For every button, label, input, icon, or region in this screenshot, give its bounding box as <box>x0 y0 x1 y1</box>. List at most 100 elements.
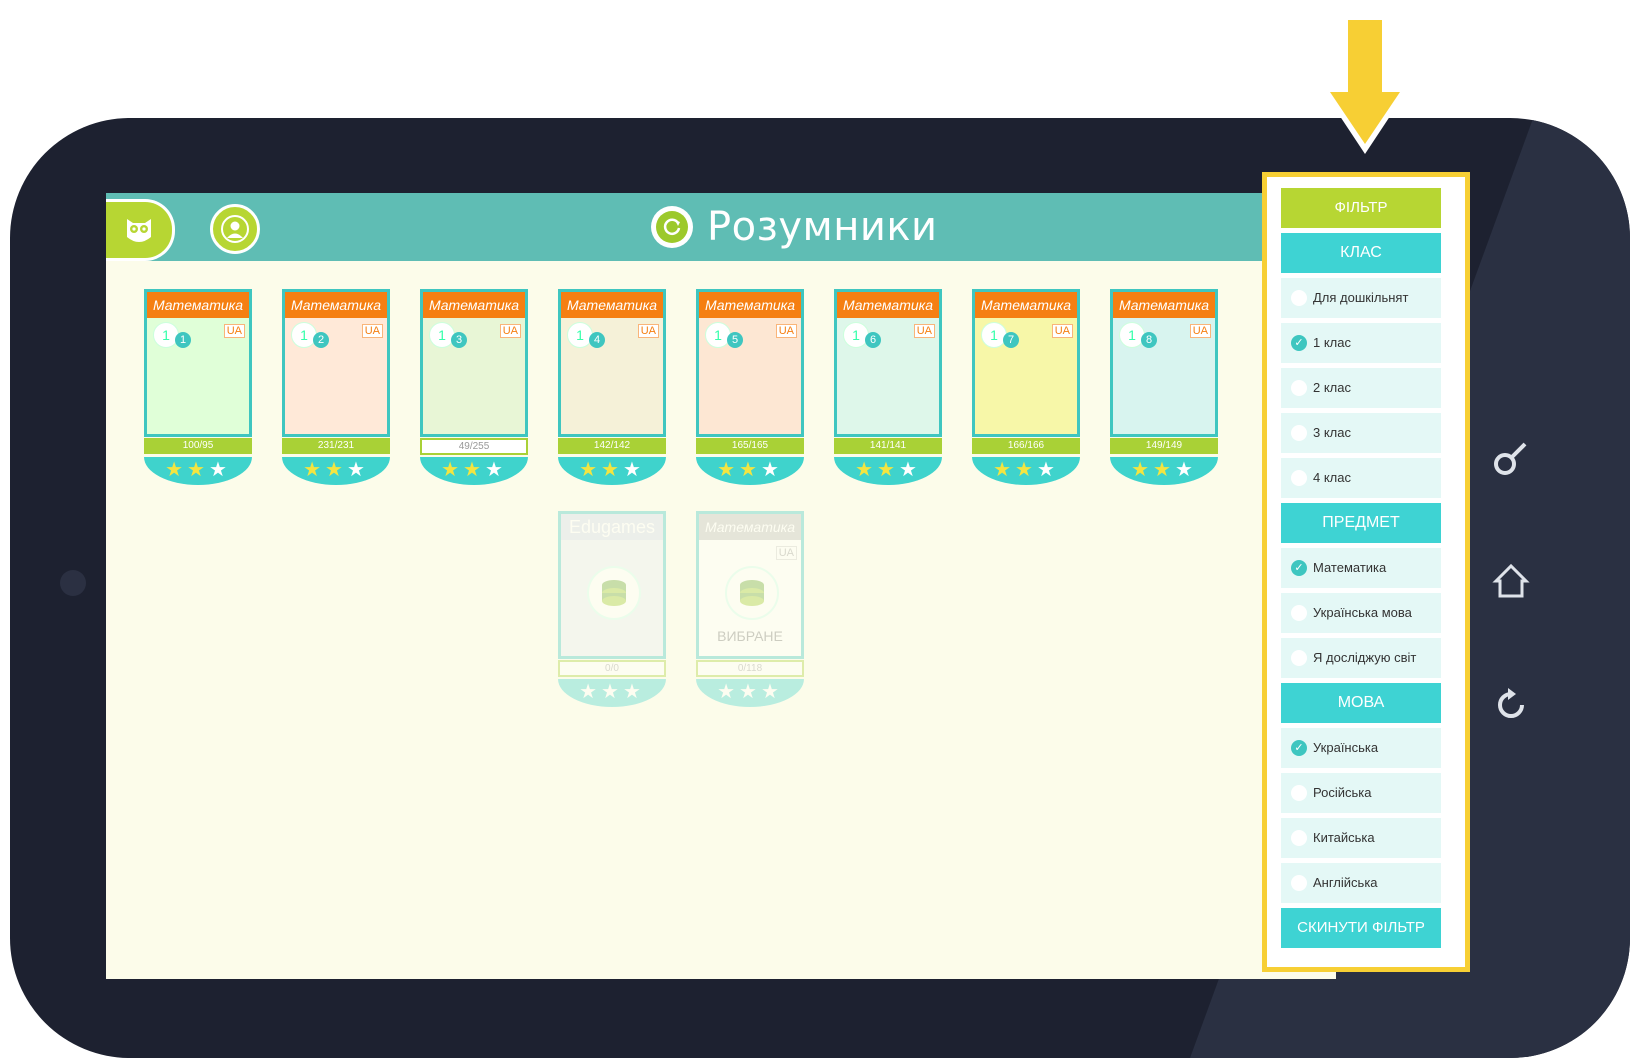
star-rating: ★★★ <box>282 457 390 485</box>
filter-option-world[interactable]: Я досліджую світ <box>1281 638 1441 678</box>
progress-bar: 231/231 <box>282 438 390 454</box>
card-subject: Математика <box>975 292 1077 318</box>
progress-bar: 49/255 <box>420 438 528 455</box>
profile-button[interactable] <box>210 204 260 254</box>
course-card[interactable]: Математика 1 1 UA 100/95 ★★★ <box>144 289 252 489</box>
option-label: Китайська <box>1313 830 1375 845</box>
lang-badge: UA <box>1051 324 1073 338</box>
owl-icon <box>127 219 151 242</box>
lang-badge: UA <box>1189 324 1211 338</box>
download-icon <box>725 566 779 620</box>
download-card-favorites[interactable]: Математика UA ВИБРАНЕ 0/118 ★★★ <box>696 511 804 711</box>
card-subject: Математика <box>1113 292 1215 318</box>
card-frame: Математика 1 1 UA <box>144 289 252 437</box>
option-label: 2 клас <box>1313 380 1351 395</box>
checkbox-checked-icon[interactable]: ✓ <box>1291 334 1307 351</box>
course-card[interactable]: Математика 1 4 UA 142/142 ★★★ <box>558 289 666 489</box>
progress-bar: 149/149 <box>1110 438 1218 454</box>
option-label: Я досліджую світ <box>1313 650 1417 665</box>
course-card[interactable]: Математика 1 6 UA 141/141 ★★★ <box>834 289 942 489</box>
filter-option-lang-russian[interactable]: Російська <box>1281 773 1441 813</box>
course-card[interactable]: Математика 1 8 UA 149/149 ★★★ <box>1110 289 1218 489</box>
checkbox[interactable] <box>1291 604 1307 621</box>
language-header: МОВА <box>1281 683 1441 723</box>
star-rating: ★★★ <box>558 679 666 707</box>
card-subject: Математика <box>837 292 939 318</box>
app-logo-icon <box>651 206 693 248</box>
owl-menu-button[interactable] <box>106 199 175 261</box>
lang-badge: UA <box>361 324 383 338</box>
user-icon <box>221 215 249 243</box>
card-subject: Математика <box>147 292 249 318</box>
card-number: 8 <box>1141 332 1157 348</box>
option-label: Для дошкільнят <box>1313 290 1409 305</box>
home-icon[interactable] <box>1492 562 1530 600</box>
card-subject: Математика <box>561 292 663 318</box>
filter-option-grade-2[interactable]: 2 клас <box>1281 368 1441 408</box>
card-subject: Математика <box>423 292 525 318</box>
filter-option-ukrainian[interactable]: Українська мова <box>1281 593 1441 633</box>
filter-option-grade-3[interactable]: 3 клас <box>1281 413 1441 453</box>
course-card[interactable]: Математика 1 7 UA 166/166 ★★★ <box>972 289 1080 489</box>
checkbox[interactable] <box>1291 829 1307 846</box>
star-rating: ★★★ <box>420 457 528 485</box>
lang-badge: UA <box>913 324 935 338</box>
card-frame: Математика 1 5 UA <box>696 289 804 437</box>
checkbox[interactable] <box>1291 289 1307 306</box>
checkbox[interactable] <box>1291 874 1307 891</box>
option-label: Математика <box>1313 560 1387 575</box>
card-frame: Математика 1 4 UA <box>558 289 666 437</box>
option-label: Російська <box>1313 785 1372 800</box>
progress-bar: 0/118 <box>696 660 804 677</box>
checkbox-checked-icon[interactable]: ✓ <box>1291 739 1307 756</box>
download-card-edugames[interactable]: Edugames 0/0 ★★★ <box>558 511 666 711</box>
key-icon[interactable] <box>1492 440 1530 478</box>
reset-filter-button[interactable]: СКИНУТИ ФІЛЬТР <box>1281 908 1441 948</box>
class-header: КЛАС <box>1281 233 1441 273</box>
card-frame: Математика 1 3 UA <box>420 289 528 437</box>
progress-bar: 165/165 <box>696 438 804 454</box>
star-rating: ★★★ <box>558 457 666 485</box>
card-subject: Математика <box>699 292 801 318</box>
progress-bar: 141/141 <box>834 438 942 454</box>
checkbox[interactable] <box>1291 379 1307 396</box>
course-card[interactable]: Математика 1 2 UA 231/231 ★★★ <box>282 289 390 489</box>
filter-option-preschool[interactable]: Для дошкільнят <box>1281 278 1441 318</box>
lang-badge: UA <box>775 324 797 338</box>
filter-title-button[interactable]: ФІЛЬТР <box>1281 188 1441 228</box>
option-label: Англійська <box>1313 875 1378 890</box>
camera-dot <box>60 570 86 596</box>
progress-bar: 166/166 <box>972 438 1080 454</box>
checkbox[interactable] <box>1291 424 1307 441</box>
card-title: Edugames <box>561 514 663 540</box>
option-label: 1 клас <box>1313 335 1351 350</box>
lang-badge: UA <box>499 324 521 338</box>
progress-bar: 100/95 <box>144 438 252 454</box>
progress-bar: 0/0 <box>558 660 666 677</box>
filter-option-grade-4[interactable]: 4 клас <box>1281 458 1441 498</box>
card-number: 6 <box>865 332 881 348</box>
card-number: 3 <box>451 332 467 348</box>
star-rating: ★★★ <box>1110 457 1218 485</box>
card-number: 2 <box>313 332 329 348</box>
download-icon <box>587 566 641 620</box>
course-card[interactable]: Математика 1 3 UA 49/255 ★★★ <box>420 289 528 489</box>
checkbox[interactable] <box>1291 469 1307 486</box>
back-icon[interactable] <box>1492 686 1530 724</box>
filter-option-math[interactable]: ✓ Математика <box>1281 548 1441 588</box>
filter-option-grade-1[interactable]: ✓ 1 клас <box>1281 323 1441 363</box>
option-label: Українська <box>1313 740 1379 755</box>
filter-option-lang-ukrainian[interactable]: ✓ Українська <box>1281 728 1441 768</box>
lang-badge: UA <box>223 324 245 338</box>
filter-option-lang-english[interactable]: Англійська <box>1281 863 1441 903</box>
filter-panel: ФІЛЬТР КЛАС Для дошкільнят ✓ 1 клас 2 кла… <box>1262 172 1470 972</box>
checkbox[interactable] <box>1291 649 1307 666</box>
progress-bar: 142/142 <box>558 438 666 454</box>
app-title: Розумники <box>707 204 938 250</box>
checkbox[interactable] <box>1291 784 1307 801</box>
filter-option-lang-chinese[interactable]: Китайська <box>1281 818 1441 858</box>
course-card[interactable]: Математика 1 5 UA 165/165 ★★★ <box>696 289 804 489</box>
card-frame: Математика 1 2 UA <box>282 289 390 437</box>
checkbox-checked-icon[interactable]: ✓ <box>1291 559 1307 576</box>
option-label: 4 клас <box>1313 470 1351 485</box>
